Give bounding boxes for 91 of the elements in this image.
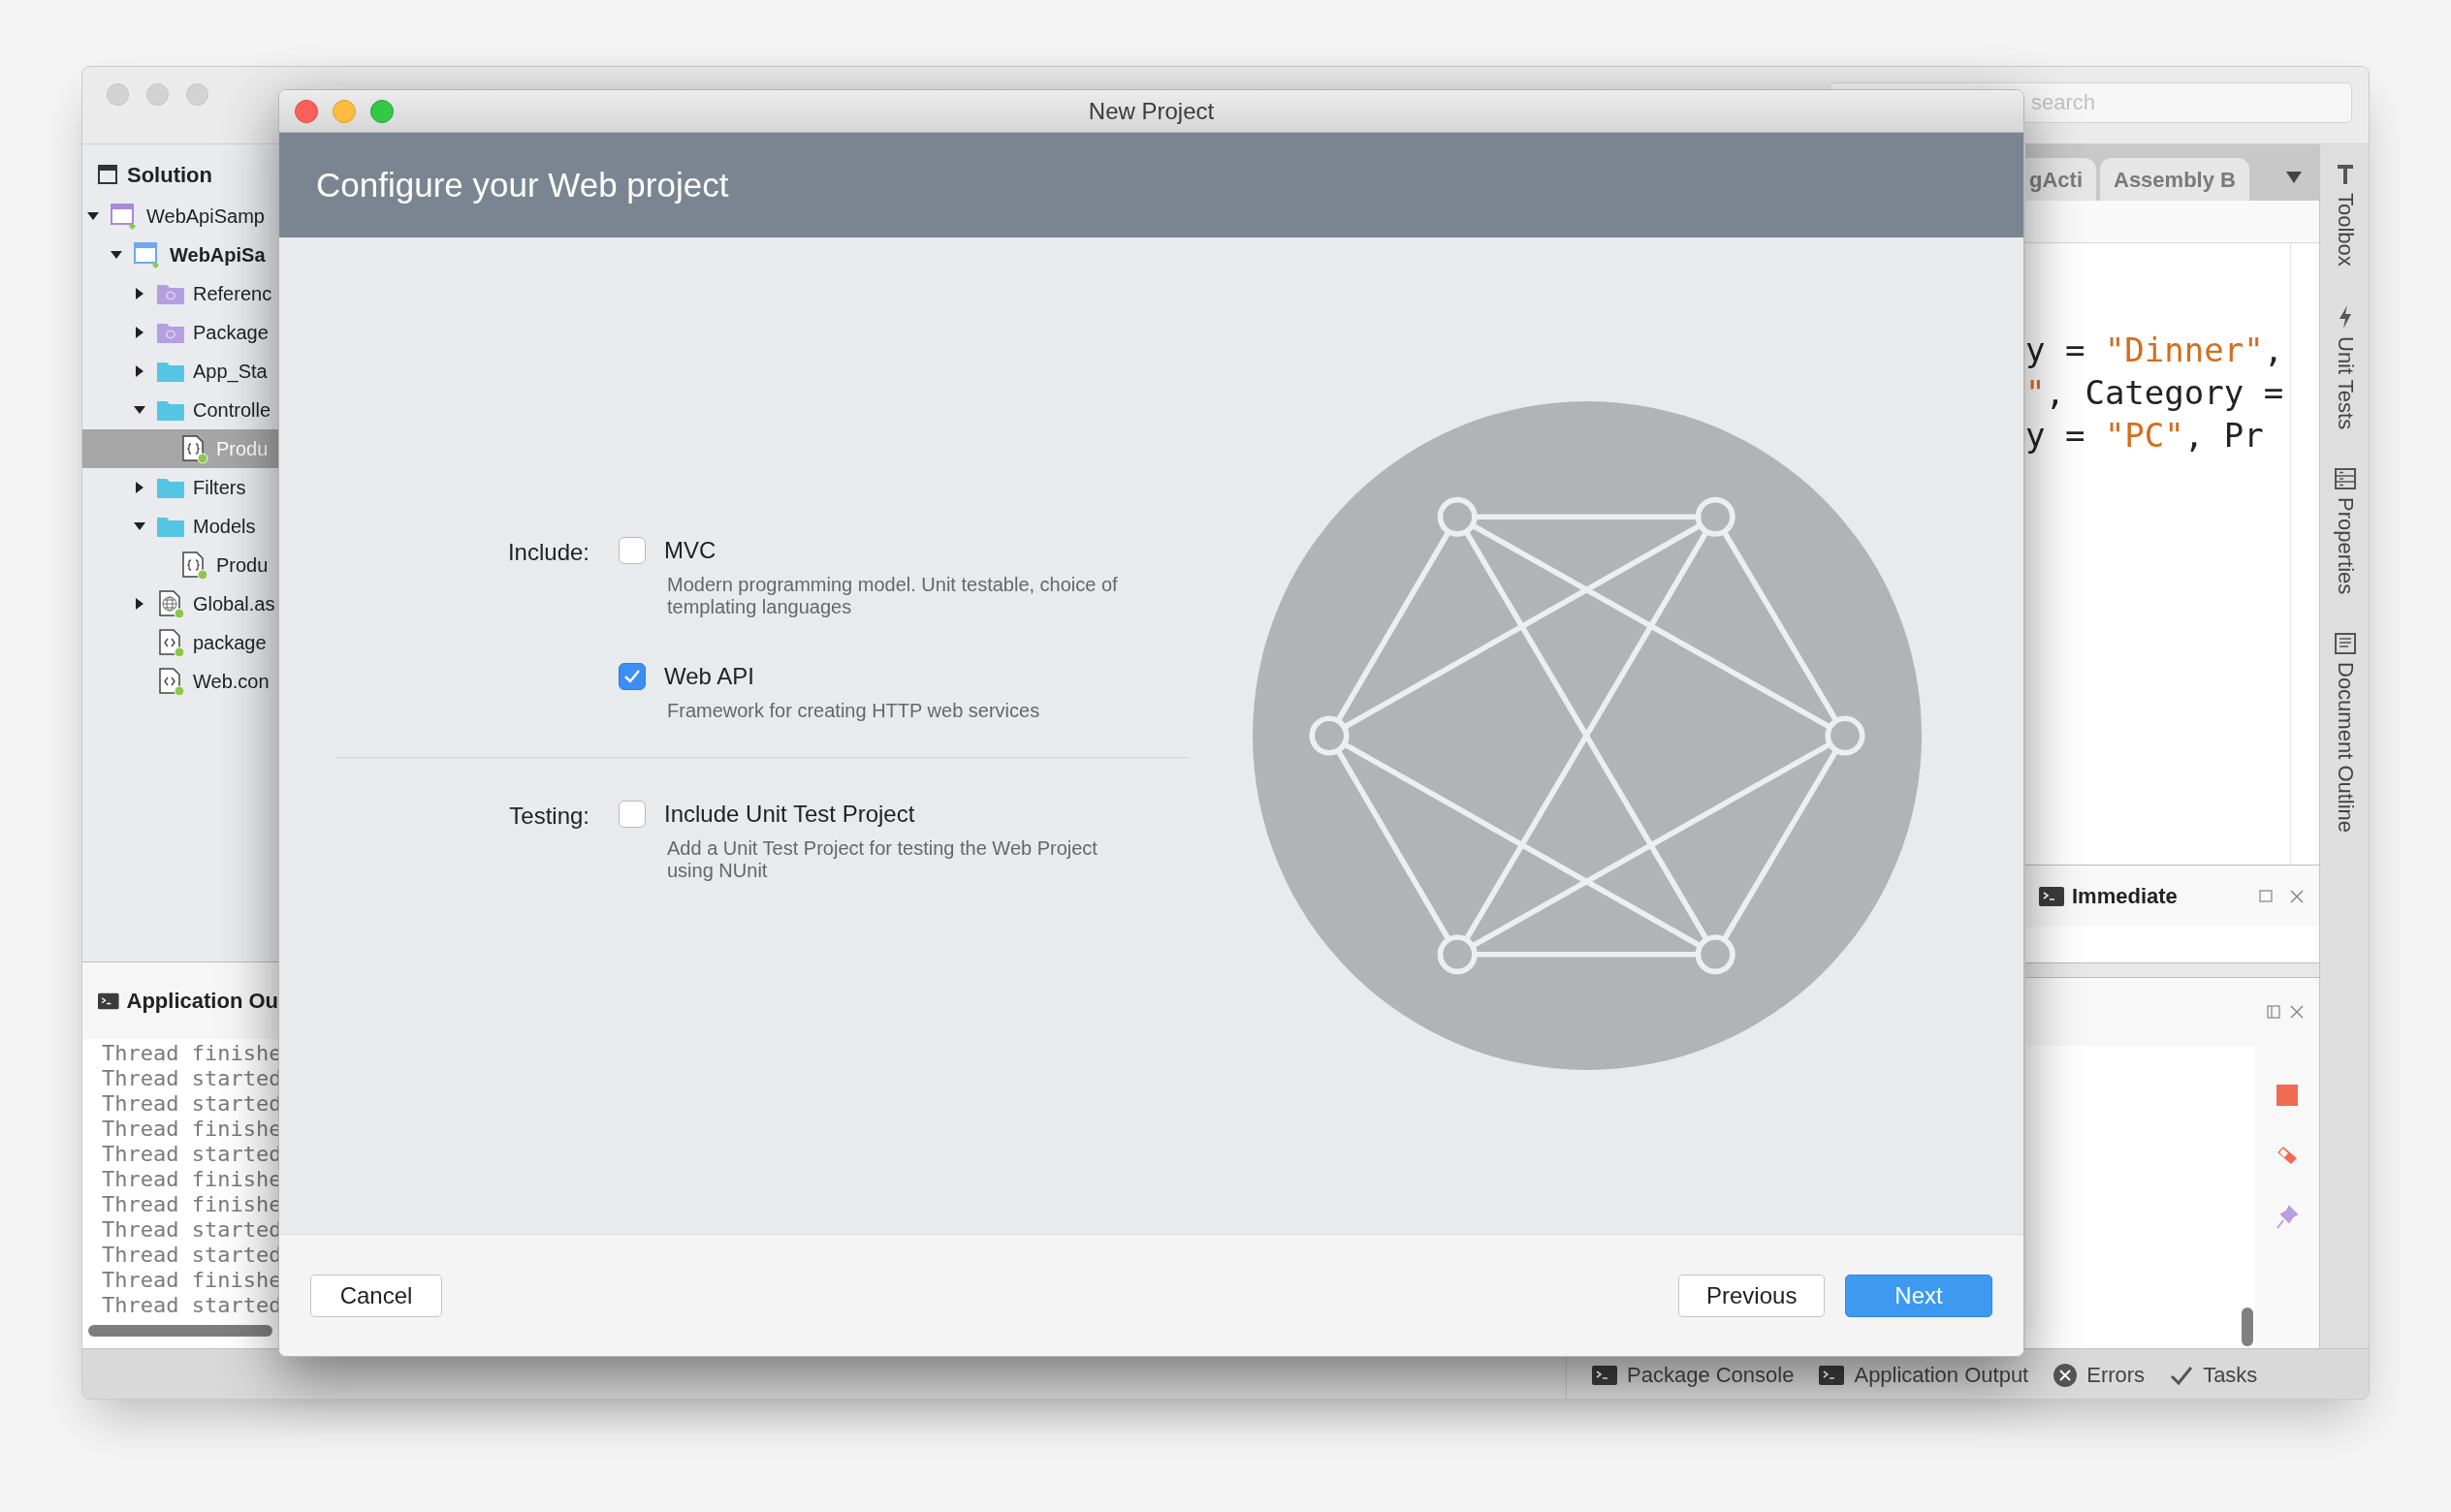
checkbox-label[interactable]: Web API: [664, 659, 754, 694]
markup-file-icon: [156, 628, 185, 657]
tree-item[interactable]: Filters: [82, 468, 278, 507]
code-file-icon: [179, 434, 208, 463]
checkmark-icon: [2170, 1364, 2194, 1386]
folder-icon: [156, 360, 185, 383]
tree-item[interactable]: WebApiSa: [82, 236, 278, 274]
window-icon: [133, 240, 162, 269]
folder-icon: [156, 398, 185, 422]
tree-item[interactable]: Controlle: [82, 391, 278, 429]
section-label: Testing:: [508, 802, 589, 831]
tree-item[interactable]: Package: [82, 313, 278, 352]
toolbar-tab[interactable]: Unit Tests: [2329, 304, 2362, 430]
tree-item[interactable]: WebApiSamp: [82, 197, 278, 236]
tree-item[interactable]: Web.con: [82, 662, 278, 701]
output-line: Thread finishe: [102, 1041, 278, 1066]
output-line: Thread finishe: [102, 1117, 278, 1142]
checkbox-label[interactable]: MVC: [664, 533, 716, 568]
section-label: Include:: [506, 538, 589, 567]
option-description: Modern programming model. Unit testable, choice of templating languages: [667, 574, 1119, 618]
terminal-icon: [1592, 1365, 1617, 1385]
markup-file-icon: [156, 667, 185, 696]
immediate-input-field[interactable]: [2025, 927, 2319, 963]
eraser-icon[interactable]: [2276, 1145, 2299, 1166]
dock-icon[interactable]: [2267, 1005, 2280, 1019]
pad-title: Solution: [127, 161, 212, 189]
checkmark-icon: [623, 669, 641, 684]
output-line: Thread finishe: [102, 1192, 278, 1217]
checkbox[interactable]: [619, 801, 646, 828]
toolbar-tab[interactable]: Properties: [2329, 468, 2362, 595]
dialog-button[interactable]: Previous: [1678, 1274, 1825, 1317]
output-line: Thread started: [102, 1243, 278, 1268]
list-icon: [2335, 468, 2356, 490]
output-line: Thread started: [102, 1066, 278, 1091]
document-icon: [2335, 633, 2356, 655]
output-line: Thread started: [102, 1293, 278, 1318]
error-icon: [2053, 1363, 2078, 1387]
tree-item[interactable]: Global.as: [82, 584, 278, 623]
pad-title: Immediate: [2072, 883, 2178, 910]
dialog-heading: Configure your Web project: [316, 164, 729, 205]
maximize-icon[interactable]: [2259, 889, 2273, 903]
output-line: Thread finishe: [102, 1268, 278, 1293]
terminal-icon: [2039, 886, 2064, 906]
toolbar-tab[interactable]: Toolbox: [2329, 162, 2362, 267]
tree-item[interactable]: package: [82, 623, 278, 662]
option-description: Add a Unit Test Project for testing the Web Project using NUnit: [667, 837, 1098, 882]
scrollbar[interactable]: [88, 1325, 272, 1337]
close-icon[interactable]: [2290, 1005, 2304, 1019]
status-bar-item[interactable]: Errors: [2053, 1359, 2146, 1391]
tree-item[interactable]: Produ: [82, 546, 278, 584]
hammer-icon: [2336, 162, 2355, 185]
window-icon: [110, 202, 139, 231]
folder-icon: [156, 515, 185, 538]
status-bar-item[interactable]: Package Console: [1592, 1359, 1795, 1391]
status-bar-item[interactable]: Application Output: [1819, 1359, 2029, 1391]
output-line: Thread finishe: [102, 1167, 278, 1192]
pad-title: Application Ou: [126, 988, 278, 1015]
terminal-icon: [1819, 1365, 1845, 1385]
package-folder-icon: [156, 321, 185, 344]
window-title: New Project: [1088, 96, 1215, 126]
terminal-icon: [98, 991, 119, 1011]
folder-icon: [156, 476, 185, 499]
close-button[interactable]: [295, 99, 318, 123]
checkbox[interactable]: [619, 663, 646, 690]
output-line: Thread started: [102, 1217, 278, 1243]
dialog-button[interactable]: Cancel: [310, 1274, 442, 1317]
code-line: ", Category =: [2025, 372, 2285, 414]
window-icon: [98, 165, 117, 184]
tree-item[interactable]: Referenc: [82, 274, 278, 313]
toolbar-tab[interactable]: Document Outline: [2329, 633, 2362, 834]
tree-item[interactable]: Models: [82, 507, 278, 546]
minimize-button[interactable]: [333, 99, 356, 123]
scrollbar[interactable]: [2242, 1307, 2253, 1346]
code-line: y = "PC", Pr: [2025, 415, 2265, 457]
output-line: Thread started: [102, 1142, 278, 1167]
close-icon[interactable]: [2290, 889, 2304, 903]
option-description: Framework for creating HTTP web services: [667, 700, 1041, 722]
checkbox[interactable]: [619, 537, 646, 564]
package-folder-icon: [156, 282, 185, 305]
dropdown-caret-icon[interactable]: [2286, 172, 2302, 183]
code-line: y = "Dinner",: [2025, 330, 2285, 371]
code-file-icon: [179, 551, 208, 580]
lightning-icon: [2338, 304, 2353, 329]
pin-icon[interactable]: [2276, 1205, 2299, 1230]
output-line: Thread started: [102, 1091, 278, 1117]
pad-splitter[interactable]: [2025, 963, 2319, 978]
status-bar-item[interactable]: Tasks: [2170, 1359, 2258, 1391]
globe-file-icon: [156, 589, 185, 618]
zoom-button[interactable]: [370, 99, 394, 123]
tree-item[interactable]: App_Sta: [82, 352, 278, 391]
checkbox-label[interactable]: Include Unit Test Project: [664, 797, 915, 832]
